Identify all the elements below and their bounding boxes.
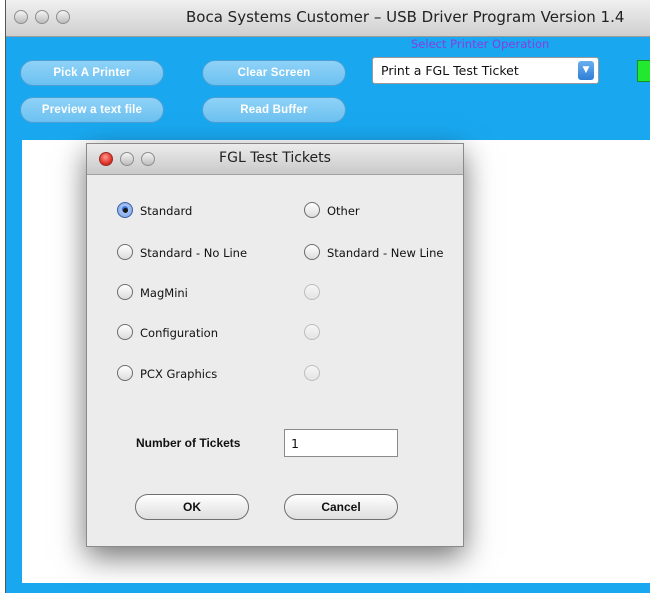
zoom-window-button[interactable] <box>56 10 70 24</box>
radio-other[interactable] <box>304 202 320 218</box>
radio-standard-new-line[interactable] <box>304 244 320 260</box>
operation-select[interactable]: Print a FGL Test Ticket ▼ <box>372 57 599 84</box>
window-title: Boca Systems Customer – USB Driver Progr… <box>186 8 625 26</box>
close-window-button[interactable] <box>14 10 28 24</box>
radio-empty-1 <box>304 284 320 300</box>
radio-standard-no-line[interactable] <box>117 244 133 260</box>
read-buffer-button[interactable]: Read Buffer <box>202 97 346 123</box>
operation-label: Select Printer Operation <box>411 37 550 51</box>
number-of-tickets-label: Number of Tickets <box>136 436 241 450</box>
radio-configuration-label: Configuration <box>140 326 218 340</box>
fgl-test-tickets-dialog: FGL Test Tickets Standard Standard - No … <box>86 143 464 547</box>
dialog-title: FGL Test Tickets <box>219 150 331 166</box>
minimize-window-button[interactable] <box>35 10 49 24</box>
radio-configuration[interactable] <box>117 324 133 340</box>
radio-magmini-label: MagMini <box>140 286 188 300</box>
cancel-button[interactable]: Cancel <box>284 494 398 520</box>
number-of-tickets-input[interactable] <box>284 429 398 457</box>
radio-pcx-graphics-label: PCX Graphics <box>140 367 218 381</box>
chevron-down-icon[interactable]: ▼ <box>578 61 594 80</box>
radio-standard-label: Standard <box>140 204 193 218</box>
radio-standard-new-line-label: Standard - New Line <box>327 246 444 260</box>
main-titlebar: Boca Systems Customer – USB Driver Progr… <box>6 0 650 37</box>
pick-printer-button[interactable]: Pick A Printer <box>20 60 164 86</box>
radio-empty-2 <box>304 324 320 340</box>
operation-select-value: Print a FGL Test Ticket <box>381 63 519 78</box>
clear-screen-button[interactable]: Clear Screen <box>202 60 346 86</box>
radio-standard[interactable] <box>117 202 133 218</box>
ok-button[interactable]: OK <box>135 494 249 520</box>
printer-status-indicator <box>637 60 650 82</box>
preview-text-file-button[interactable]: Preview a text file <box>20 97 164 123</box>
dialog-titlebar: FGL Test Tickets <box>87 144 463 175</box>
radio-standard-no-line-label: Standard - No Line <box>140 246 248 260</box>
radio-other-label: Other <box>327 204 360 218</box>
radio-pcx-graphics[interactable] <box>117 365 133 381</box>
radio-empty-3 <box>304 365 320 381</box>
radio-magmini[interactable] <box>117 284 133 300</box>
